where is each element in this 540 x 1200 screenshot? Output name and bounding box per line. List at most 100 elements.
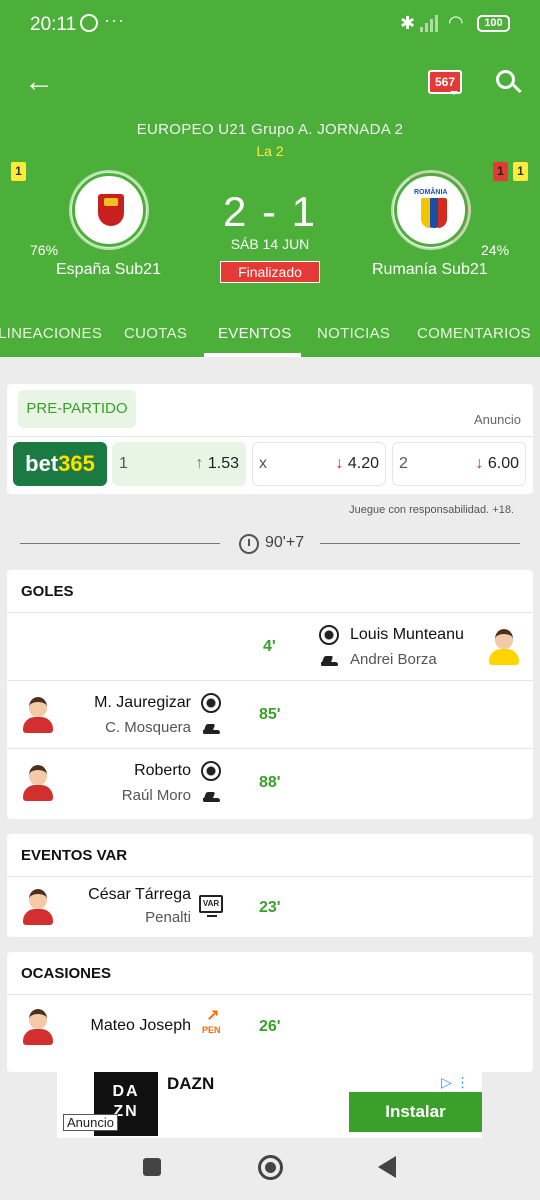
player-avatar: [21, 887, 55, 927]
bluetooth-icon: ✱: [400, 13, 416, 33]
clock: 20:11: [30, 14, 77, 35]
chances-section: OCASIONES Mateo Joseph ↗ PEN 26': [7, 952, 533, 1072]
spain-shield-icon: [98, 194, 124, 226]
penalty-icon: ↗ PEN: [202, 1008, 221, 1036]
arrow-down-icon: ↓: [335, 455, 344, 472]
odd-key: 2: [399, 455, 408, 472]
assist-name: Raúl Moro: [121, 787, 191, 804]
section-title: EVENTOS VAR: [7, 834, 533, 877]
divider: [320, 543, 520, 544]
odds-card: PRE-PARTIDO Anuncio bet365 1 ↑ 1.53 x ↓ …: [7, 384, 533, 494]
tab-comentarios[interactable]: COMENTARIOS: [417, 325, 531, 342]
penalty-label: PEN: [202, 1025, 221, 1035]
pre-match-label: PRE-PARTIDO: [18, 390, 136, 428]
player-avatar: [21, 695, 55, 735]
assist-name: Andrei Borza: [350, 651, 437, 668]
player-name: César Tárrega: [88, 886, 191, 903]
more-notifications-icon: ···: [104, 10, 125, 30]
tab-noticias[interactable]: NOTICIAS: [317, 325, 390, 342]
event-row[interactable]: M. Jauregizar C. Mosquera 85': [7, 681, 533, 749]
odd-away[interactable]: 2 ↓ 6.00: [392, 442, 526, 486]
odd-draw[interactable]: x ↓ 4.20: [252, 442, 386, 486]
signal-icon: [420, 14, 442, 32]
odd-number: 6.00: [487, 455, 519, 472]
round-label: La 2: [256, 143, 284, 159]
event-minute: 26': [259, 1018, 281, 1035]
ad-tag: Anuncio: [63, 1114, 118, 1131]
var-detail: Penalti: [145, 909, 191, 926]
install-button[interactable]: Instalar: [349, 1092, 482, 1132]
match-timer: 90'+7: [20, 532, 520, 556]
odd-value: ↓ 6.00: [475, 455, 519, 473]
home-icon[interactable]: [258, 1155, 283, 1180]
system-nav-bar: [0, 1138, 540, 1200]
final-minute: 90'+7: [265, 534, 305, 551]
away-yellow-card-count: 1: [513, 162, 528, 181]
event-row[interactable]: César Tárrega Penalti VAR 23': [7, 877, 533, 936]
active-tab-indicator: [204, 353, 301, 357]
player-name: Mateo Joseph: [90, 1017, 191, 1034]
match-header: 20:11 ··· ✱ ◠ 100 ← 567 EUROPEO U21 Grup…: [0, 0, 540, 357]
ad-label: Anuncio: [474, 412, 521, 427]
odd-key: x: [259, 455, 267, 472]
back-arrow-icon[interactable]: ←: [24, 67, 54, 98]
score: 2 - 1: [222, 188, 318, 235]
competition-title: EUROPEO U21 Grupo A. JORNADA 2: [136, 121, 404, 138]
ad-brand-name: DAZN: [167, 1074, 215, 1093]
responsible-gambling-note: Juegue con responsabilidad. +18.: [349, 504, 514, 516]
scorer-name: Roberto: [134, 762, 191, 779]
away-team-crest[interactable]: ROMÂNIA: [394, 173, 468, 247]
battery-icon: 100: [477, 15, 510, 32]
away-possession: 24%: [481, 242, 510, 258]
assist-boot-icon: [203, 724, 221, 734]
event-minute: 23': [259, 899, 281, 916]
nav-back-icon[interactable]: [378, 1156, 396, 1178]
arrow-up-icon: ↑: [195, 455, 204, 472]
goal-ball-icon: [319, 625, 339, 645]
odd-home[interactable]: 1 ↑ 1.53: [112, 442, 246, 486]
player-avatar: [21, 763, 55, 803]
event-minute: 4': [263, 638, 276, 655]
scorer-name: M. Jauregizar: [94, 694, 191, 711]
assist-boot-icon: [203, 792, 221, 802]
away-red-card-count: 1: [493, 162, 508, 181]
odd-key: 1: [119, 455, 128, 472]
home-team-crest[interactable]: [72, 173, 146, 247]
event-minute: 88': [259, 774, 281, 791]
bookmaker-logo[interactable]: bet365: [13, 442, 107, 486]
arrow-down-icon: ↓: [475, 455, 484, 472]
assist-name: C. Mosquera: [105, 719, 191, 736]
tab-eventos[interactable]: EVENTOS: [218, 325, 292, 342]
match-status-badge: Finalizado: [220, 261, 320, 283]
search-icon[interactable]: [496, 70, 522, 96]
divider: [20, 543, 220, 544]
divider: [7, 436, 533, 437]
ad-choices-icon[interactable]: ▷ ⋮: [441, 1074, 470, 1091]
section-title: OCASIONES: [7, 952, 533, 995]
recent-apps-icon[interactable]: [143, 1158, 161, 1176]
var-section: EVENTOS VAR César Tárrega Penalti VAR 23…: [7, 834, 533, 937]
odd-value: ↑ 1.53: [195, 455, 239, 473]
goal-ball-icon: [201, 693, 221, 713]
comments-count-badge[interactable]: 567: [428, 70, 462, 95]
romania-shield-icon: [421, 198, 447, 228]
event-row[interactable]: Mateo Joseph ↗ PEN 26': [7, 995, 533, 1059]
home-possession: 76%: [30, 242, 59, 258]
tab-lineaciones[interactable]: LINEACIONES: [0, 325, 102, 342]
var-screen-icon: VAR: [199, 895, 223, 917]
home-team-name[interactable]: España Sub21: [56, 261, 161, 279]
event-row[interactable]: Roberto Raúl Moro 88': [7, 749, 533, 817]
tab-bar: LINEACIONES CUOTAS EVENTOS NOTICIAS COME…: [0, 313, 540, 357]
tab-cuotas[interactable]: CUOTAS: [124, 325, 187, 342]
ad-banner[interactable]: DA ZN DAZN ▷ ⋮ Instalar: [57, 1072, 482, 1138]
wifi-icon: ◠: [448, 12, 464, 32]
event-row[interactable]: 4' Louis Munteanu Andrei Borza: [7, 613, 533, 681]
away-team-name[interactable]: Rumanía Sub21: [372, 261, 488, 279]
player-avatar: [21, 1007, 55, 1047]
goals-section: GOLES 4' Louis Munteanu Andrei Borza M. …: [7, 570, 533, 819]
player-avatar: [487, 627, 521, 667]
scorer-name: Louis Munteanu: [350, 626, 464, 643]
match-date: SÁB 14 JUN: [230, 236, 310, 252]
whatsapp-icon: [80, 14, 98, 32]
odd-number: 1.53: [207, 455, 239, 472]
